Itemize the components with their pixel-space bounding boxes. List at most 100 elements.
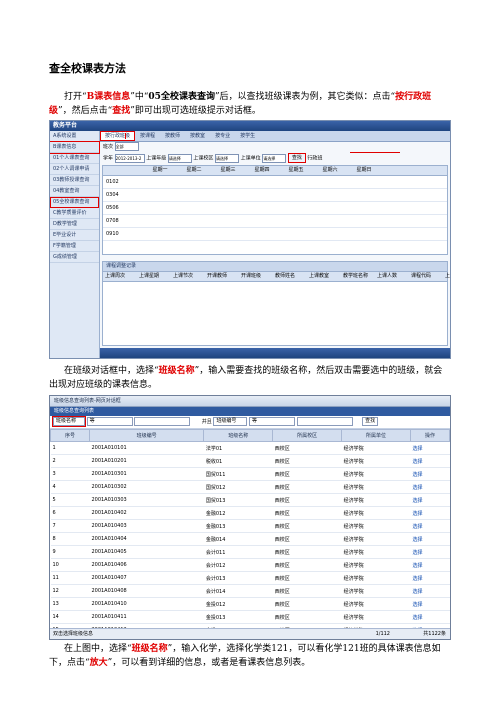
value-input-2[interactable] <box>296 417 353 426</box>
campus-select[interactable]: 请选择 <box>215 153 240 163</box>
table-cell: 2001A010201 <box>89 454 204 468</box>
tab-5[interactable]: 按学生 <box>235 131 260 141</box>
dialog-title: 班级信息查询列表-网页对话框 <box>50 396 450 407</box>
table-cell: 会计011 <box>203 545 273 559</box>
table-cell: 金融012 <box>203 506 273 520</box>
table-cell: 经济学院 <box>341 545 411 559</box>
grid-header: 星期六 <box>322 167 338 173</box>
dialog-footer: 双击选择班级信息 1/112 共1122条 <box>50 628 450 639</box>
table-row[interactable]: 1 2001A010101 法学01 西校区 经济学院 选择 <box>50 441 450 455</box>
sidebar-item[interactable]: B课表信息 <box>50 141 100 154</box>
unit-select[interactable]: 请选择 <box>262 153 287 163</box>
sidebar-item[interactable]: 01个人课表查询 <box>50 153 99 164</box>
dialog-subtitle: 班级信息查询列表 <box>50 407 450 416</box>
table-cell: 经济学院 <box>341 532 411 546</box>
sidebar-item[interactable]: G成绩管理 <box>50 252 99 263</box>
table-row[interactable]: 5 2001A010303 国贸013 西校区 经济学院 选择 <box>50 493 450 507</box>
select-link[interactable]: 选择 <box>410 441 450 455</box>
select-link[interactable]: 选择 <box>410 610 450 624</box>
term-select[interactable]: 2012-2013-2 <box>114 153 145 163</box>
tab-4[interactable]: 按专业 <box>210 131 235 141</box>
table-cell: 经济学院 <box>341 597 411 611</box>
table-cell: 经济学院 <box>341 480 411 494</box>
table-row[interactable]: 6 2001A010402 金融012 西校区 经济学院 选择 <box>50 506 450 520</box>
table-row[interactable]: 12 2001A010408 会计014 西校区 经济学院 选择 <box>50 584 450 598</box>
table-cell: 西校区 <box>272 584 342 598</box>
tab-2[interactable]: 按教师 <box>160 131 185 141</box>
table-cell: 西校区 <box>272 493 342 507</box>
select-link[interactable]: 选择 <box>410 584 450 598</box>
select-link[interactable]: 选择 <box>410 532 450 546</box>
filter-row-2: 学年 2012-2013-2 上课年级 请选择 上课校区 请选择 上课单位 请选… <box>103 153 323 163</box>
select-link[interactable]: 选择 <box>410 597 450 611</box>
sidebar-item[interactable]: E毕业设计 <box>50 230 99 241</box>
paragraph-2: 在班级对话框中，选择“班级名称”，输入需要查找的班级名称，然后双击需要选中的班级… <box>49 366 443 390</box>
table-cell: 8 <box>50 532 90 546</box>
table-row[interactable]: 9 2001A010405 会计011 西校区 经济学院 选择 <box>50 545 450 559</box>
pagination[interactable]: 1/112 <box>376 629 390 639</box>
search-row: 班级名称 等 并且 班级编号 等 查找 <box>50 416 450 429</box>
table-cell: 14 <box>50 610 90 624</box>
sidebar-item[interactable]: 04教室查询 <box>50 186 99 197</box>
table-row[interactable]: 8 2001A010404 金融014 西校区 经济学院 选择 <box>50 532 450 546</box>
page-title: 查全校课表方法 <box>49 62 126 75</box>
grid-header: 星期三 <box>220 167 236 173</box>
grid-row: 0910 <box>103 228 447 241</box>
sidebar-item[interactable]: A系统设置 <box>50 131 99 142</box>
class-type-select[interactable]: 全部 <box>114 142 139 151</box>
sidebar-item[interactable]: D教学管理 <box>50 219 99 230</box>
grid-header: 星期四 <box>254 167 270 173</box>
table-row[interactable]: 7 2001A010403 金融013 西校区 经济学院 选择 <box>50 519 450 533</box>
dialog-find-button[interactable]: 查找 <box>362 417 379 426</box>
field-select-1[interactable]: 班级名称 <box>52 416 86 427</box>
operator-select-2[interactable]: 等 <box>248 417 295 426</box>
paragraph-1: 打开“B课表信息”中“05全校课表查询”后，以查找班级课表为例，其它类似：点击“… <box>49 92 432 116</box>
main-panel: 按行政班级 按课程 按教师 按教室 按专业 按学生 班次 全部 学年 2012-2013-… <box>100 131 450 358</box>
select-link[interactable]: 选择 <box>410 493 450 507</box>
tab-3[interactable]: 按教室 <box>185 131 210 141</box>
table-cell: 西校区 <box>272 519 342 533</box>
field-select-2[interactable]: 班级编号 <box>213 417 248 426</box>
table-cell: 西校区 <box>272 480 342 494</box>
select-link[interactable]: 选择 <box>410 467 450 481</box>
select-link[interactable]: 选择 <box>410 454 450 468</box>
sidebar-item[interactable]: F学籍管理 <box>50 241 99 252</box>
sidebar-item[interactable]: 03教师授课查询 <box>50 175 99 186</box>
select-link[interactable]: 选择 <box>410 506 450 520</box>
select-link[interactable]: 选择 <box>410 558 450 572</box>
grade-select[interactable]: 请选择 <box>167 153 192 163</box>
table-row[interactable]: 10 2001A010406 会计012 西校区 经济学院 选择 <box>50 558 450 572</box>
sidebar-item[interactable]: 05全校课表查询 <box>50 197 99 208</box>
sidebar-item[interactable]: 02个人调课申请 <box>50 164 99 175</box>
find-button[interactable]: 查找 <box>287 153 306 163</box>
table-row[interactable]: 4 2001A010302 国贸012 西校区 经济学院 选择 <box>50 480 450 494</box>
table-cell: 2001A010303 <box>89 493 204 507</box>
table-cell: 4 <box>50 480 90 494</box>
table-row[interactable]: 2 2001A010201 税收01 西校区 经济学院 选择 <box>50 454 450 468</box>
operator-select-1[interactable]: 等 <box>86 417 133 426</box>
table-cell: 13 <box>50 597 90 611</box>
table-cell: 11 <box>50 571 90 585</box>
table-cell: 5 <box>50 493 90 507</box>
table-header: 班级名称 <box>203 429 274 442</box>
adjustment-header: 教学班名称 <box>343 273 369 279</box>
screenshot-course-query: 教务平台 A系统设置 B课表信息 01个人课表查询 02个人调课申请 03教师授课查询 0… <box>49 120 451 359</box>
screenshot-class-dialog: 班级信息查询列表-网页对话框 班级信息查询列表 班级名称 等 并且 班级编号 等… <box>49 395 451 640</box>
table-row[interactable]: 11 2001A010407 会计013 西校区 经济学院 选择 <box>50 571 450 585</box>
sidebar-item[interactable]: C教学质量评价 <box>50 208 99 219</box>
select-link[interactable]: 选择 <box>410 545 450 559</box>
table-cell: 2001A010402 <box>89 506 204 520</box>
value-input-1[interactable] <box>134 417 191 426</box>
class-table: 序号 班级编号 班级名称 所属校区 所属单位 操作 1 2001A010101 法学01 西校区… <box>50 429 450 639</box>
tab-0[interactable]: 按行政班级 <box>100 131 136 141</box>
select-link[interactable]: 选择 <box>410 480 450 494</box>
adjustment-header: 开课班级 <box>241 273 262 279</box>
table-cell: 金投012 <box>203 597 273 611</box>
select-link[interactable]: 选择 <box>410 571 450 585</box>
table-row[interactable]: 13 2001A010410 金投012 西校区 经济学院 选择 <box>50 597 450 611</box>
table-row[interactable]: 14 2001A010411 金投013 西校区 经济学院 选择 <box>50 610 450 624</box>
table-row[interactable]: 3 2001A010301 国贸011 西校区 经济学院 选择 <box>50 467 450 481</box>
tab-1[interactable]: 按课程 <box>135 131 160 141</box>
select-link[interactable]: 选择 <box>410 519 450 533</box>
adjustment-panel: 课程调整记录 上课周次 上课星期 上课节次 开课教师 开课班级 教师姓名 上课教室 教学班名称… <box>102 261 450 346</box>
